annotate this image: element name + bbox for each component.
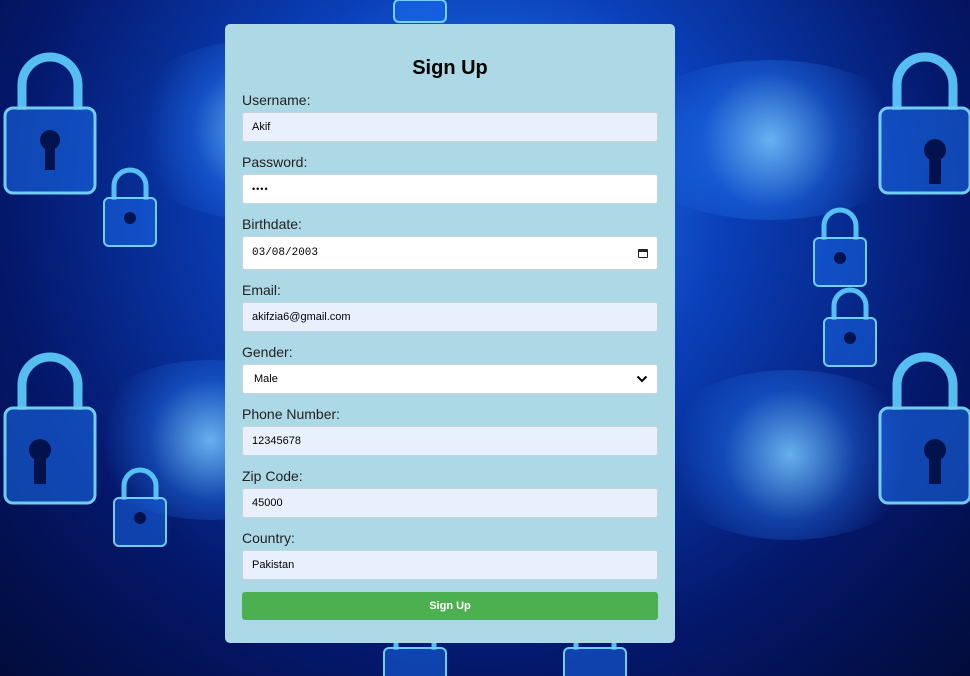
- zip-input[interactable]: 45000: [242, 488, 658, 518]
- gender-select[interactable]: Male: [242, 364, 658, 394]
- username-label: Username:: [242, 92, 311, 108]
- password-input[interactable]: ••••: [242, 174, 658, 204]
- padlock-icon: [3, 352, 97, 505]
- birthdate-label: Birthdate:: [242, 216, 302, 232]
- chevron-down-icon: [636, 375, 648, 383]
- zip-label: Zip Code:: [242, 468, 303, 484]
- padlock-icon: [878, 52, 970, 195]
- calendar-icon[interactable]: [638, 248, 648, 258]
- email-input[interactable]: akifzia6@gmail.com: [242, 302, 658, 332]
- country-label: Country:: [242, 530, 295, 546]
- page-title: Sign Up: [412, 57, 488, 79]
- country-value: Pakistan: [252, 559, 295, 571]
- gender-value: Male: [254, 373, 278, 385]
- signup-card: Sign Up Username: Akif Password: •••• Bi…: [225, 24, 675, 643]
- username-value: Akif: [252, 121, 271, 133]
- zip-value: 45000: [252, 497, 283, 509]
- padlock-icon: [3, 52, 97, 195]
- email-value: akifzia6@gmail.com: [252, 311, 351, 323]
- phone-value: 12345678: [252, 435, 301, 447]
- password-label: Password:: [242, 154, 308, 170]
- padlock-icon: [113, 467, 167, 547]
- birthdate-value: 03/08/2003: [252, 247, 319, 259]
- padlock-icon: [103, 167, 157, 247]
- country-input[interactable]: Pakistan: [242, 550, 658, 580]
- phone-label: Phone Number:: [242, 406, 341, 422]
- padlock-icon: [878, 352, 970, 505]
- birthdate-input[interactable]: 03/08/2003: [242, 236, 658, 270]
- password-value: ••••: [252, 184, 269, 194]
- email-label: Email:: [242, 282, 281, 298]
- padlock-icon: [823, 287, 877, 367]
- padlock-icon: [393, 0, 447, 23]
- phone-input[interactable]: 12345678: [242, 426, 658, 456]
- gender-label: Gender:: [242, 344, 293, 360]
- signup-button[interactable]: Sign Up: [242, 592, 658, 620]
- username-input[interactable]: Akif: [242, 112, 658, 142]
- padlock-icon: [813, 207, 867, 287]
